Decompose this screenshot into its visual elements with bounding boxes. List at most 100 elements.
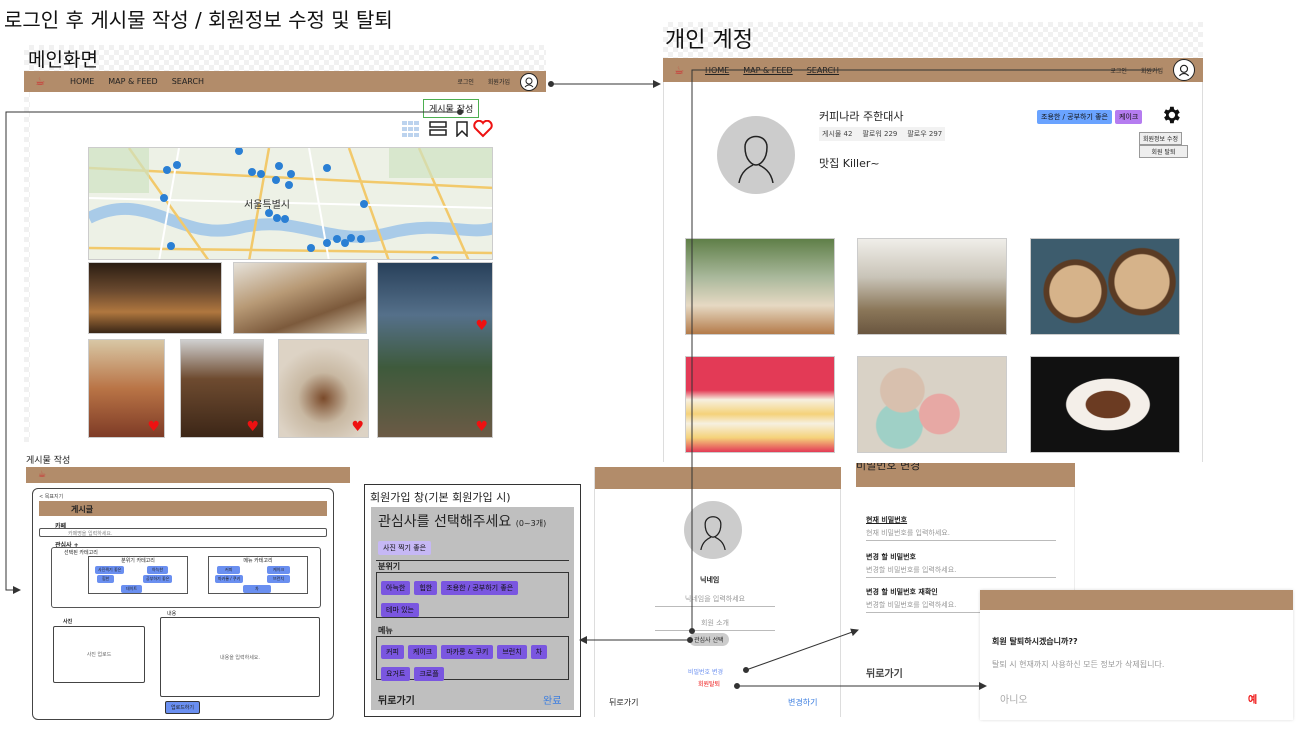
settings-gear-icon[interactable]	[1160, 104, 1182, 126]
menu-chip[interactable]: 케이크	[407, 645, 438, 659]
map-markers[interactable]	[89, 148, 493, 260]
nav-login[interactable]: 로그인	[457, 77, 474, 86]
mood-chip[interactable]: 아늑한	[147, 566, 169, 574]
interest-heading: 관심사를 선택해주세요 (0~3개)	[378, 511, 546, 531]
account-tags: 조용한 / 공부하기 좋은 케이크	[1037, 110, 1143, 124]
account-tag[interactable]: 조용한 / 공부하기 좋은	[1037, 110, 1112, 124]
content-textarea[interactable]: 내용을 입력하세요.	[160, 617, 320, 697]
mood-chip[interactable]: 데이트	[121, 585, 143, 593]
following-count[interactable]: 팔로우 297	[907, 129, 942, 139]
menu-chip[interactable]: 브런치	[497, 645, 527, 659]
mood-chip[interactable]: 힙한	[97, 575, 115, 583]
logo-icon[interactable]: ☕	[671, 63, 687, 77]
feed-photo-5[interactable]: ♥	[180, 339, 264, 438]
menu-chip[interactable]: 마카롱 / 쿠키	[215, 575, 244, 583]
upload-button[interactable]: 업로드하기	[165, 701, 201, 714]
interest-chip[interactable]: 사진 찍기 좋은	[378, 541, 432, 555]
nav-home[interactable]: HOME	[70, 77, 94, 86]
menu-chip[interactable]: 차	[530, 645, 548, 659]
nav-signup[interactable]: 회원가입	[1141, 66, 1163, 75]
list-view-icon[interactable]	[429, 121, 447, 137]
mood-chip[interactable]: 사진찍기 좋은	[95, 566, 125, 574]
nav-search[interactable]: SEARCH	[172, 77, 204, 86]
logo-icon[interactable]: ☕	[32, 75, 48, 89]
nav-map-feed[interactable]: MAP & FEED	[743, 66, 792, 75]
withdraw-yes-button[interactable]: 예	[1248, 691, 1257, 706]
intro-input[interactable]: 회원 소개	[655, 616, 775, 631]
feed-photo-6[interactable]: ♥	[278, 339, 369, 438]
nav-search[interactable]: SEARCH	[807, 66, 839, 75]
feed-photo-4[interactable]: ♥	[88, 339, 165, 438]
nickname-input[interactable]: 닉네임을 입력하세요	[655, 592, 775, 607]
menu-chip[interactable]: 커피	[381, 645, 404, 659]
account-photo-1[interactable]	[685, 238, 835, 335]
mood-chip[interactable]: 아늑한	[381, 581, 411, 595]
menu-chip[interactable]: 차	[243, 585, 271, 593]
menu-chip[interactable]: 브런치	[267, 575, 291, 583]
menu-chip[interactable]: 케이크	[267, 566, 291, 574]
nav-map-feed[interactable]: MAP & FEED	[108, 77, 157, 86]
logo-icon[interactable]: ☕	[34, 468, 50, 482]
feed-photo-2[interactable]	[233, 262, 367, 334]
menu-chip[interactable]: 마카롱 & 쿠키	[441, 645, 494, 659]
menu-chip[interactable]: 요거트	[381, 667, 411, 681]
signup-done-button[interactable]: 완료	[543, 692, 561, 707]
interest-select-button[interactable]: 관심사 선택	[689, 633, 729, 646]
account-photo-2[interactable]	[857, 238, 1007, 335]
account-avatar	[717, 116, 795, 194]
menu-chip[interactable]: 커피	[217, 566, 241, 574]
bookmark-icon[interactable]	[456, 121, 468, 138]
feed-photo-1[interactable]	[88, 262, 222, 334]
signup-back-button[interactable]: 뒤로가기	[378, 692, 415, 707]
withdraw-dialog-header	[980, 590, 1293, 610]
account-username: 커피나라 주한대사	[819, 110, 904, 123]
feed-photo-3[interactable]: ♥ ♥	[377, 262, 493, 438]
mood-chip[interactable]: 공부하기 좋은	[143, 575, 173, 583]
mood-category-label: 분위기 카테고리	[121, 558, 155, 564]
nav-login[interactable]: 로그인	[1110, 66, 1127, 75]
nav-signup[interactable]: 회원가입	[488, 77, 510, 86]
new-password-input[interactable]: 변경할 비밀번호를 입력하세요.	[866, 563, 1056, 578]
withdraw-menu-item[interactable]: 회원 탈퇴	[1139, 145, 1188, 158]
account-photo-4[interactable]	[685, 356, 835, 453]
grid-view-icon[interactable]	[402, 121, 420, 137]
map-view[interactable]: 서울특별시	[88, 147, 493, 260]
account-section-title: 개인 계정	[665, 28, 753, 53]
password-change-link[interactable]: 비밀번호 변경	[688, 667, 723, 676]
photo-heart-icon[interactable]: ♥	[147, 420, 160, 434]
profile-submit-button[interactable]: 변경하기	[788, 697, 817, 708]
mood-chip[interactable]: 테마 있는	[381, 603, 419, 617]
password-back-button[interactable]: 뒤로가기	[866, 665, 903, 680]
menu-chip[interactable]: 크로플	[414, 667, 444, 681]
cafe-input[interactable]: 카페명을 입력하세요.	[39, 528, 327, 537]
account-photo-5[interactable]	[857, 356, 1007, 453]
followers-count[interactable]: 팔로워 229	[862, 129, 897, 139]
main-navbar: ☕ HOME MAP & FEED SEARCH 로그인 회원가입	[24, 71, 546, 92]
nav-home[interactable]: HOME	[705, 66, 729, 75]
write-post-button[interactable]: 게시물 작성	[423, 99, 480, 118]
post-back-link[interactable]: < 목표지기	[39, 493, 63, 500]
profile-avatar-icon[interactable]	[1173, 59, 1195, 81]
main-section-title: 메인화면	[28, 49, 98, 71]
mood-chip[interactable]: 힙한	[414, 581, 438, 595]
posts-count[interactable]: 게시물 42	[822, 129, 852, 139]
account-tag[interactable]: 케이크	[1115, 110, 1143, 124]
photo-heart-icon[interactable]: ♥	[475, 319, 488, 333]
account-photo-6[interactable]	[1030, 356, 1180, 453]
profile-edit-avatar[interactable]	[684, 501, 742, 559]
mood-chip-group: 아늑한 힙한 조용한 / 공부하기 좋은 테마 있는	[376, 572, 569, 618]
photo-heart-icon[interactable]: ♥	[351, 420, 364, 434]
photo-heart-icon[interactable]: ♥	[475, 420, 488, 434]
mood-chip[interactable]: 조용한 / 공부하기 좋은	[441, 581, 519, 595]
photo-heart-icon[interactable]: ♥	[246, 420, 259, 434]
edit-profile-menu-item[interactable]: 회원정보 수정	[1139, 132, 1183, 145]
profile-avatar-icon[interactable]	[520, 72, 538, 91]
withdraw-no-button[interactable]: 아니오	[1000, 691, 1028, 706]
profile-back-button[interactable]: 뒤로가기	[609, 697, 638, 708]
withdraw-link[interactable]: 회원탈퇴	[698, 679, 720, 688]
photo-upload-area[interactable]: 사진 업로드	[53, 626, 145, 683]
account-photo-3[interactable]	[1030, 238, 1180, 335]
heart-icon[interactable]	[473, 119, 493, 138]
current-password-input[interactable]: 현재 비밀번호를 입력하세요.	[866, 526, 1056, 541]
post-header-label: 게시글	[71, 505, 94, 514]
